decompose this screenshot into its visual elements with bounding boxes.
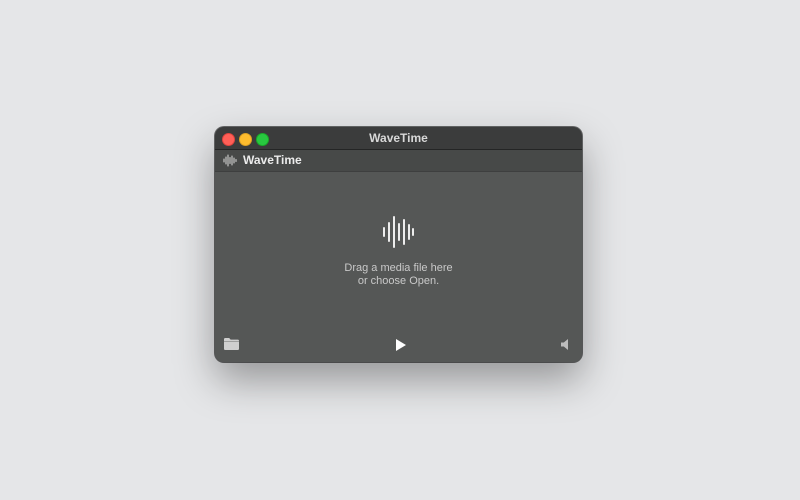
- toolbar: WaveTime: [215, 150, 582, 172]
- waveform-icon: [223, 154, 237, 167]
- open-folder-button[interactable]: [223, 337, 240, 351]
- titlebar[interactable]: WaveTime: [215, 127, 582, 150]
- desktop: WaveTime WaveTime Drag a media file here…: [0, 0, 800, 500]
- window-title: WaveTime: [369, 131, 428, 145]
- waveform-icon: [383, 216, 414, 248]
- app-name: WaveTime: [243, 153, 302, 167]
- playback-controls: [215, 328, 582, 362]
- drop-hint-line2: or choose Open.: [357, 275, 440, 287]
- drop-zone[interactable]: Drag a media file here or choose Open.: [215, 172, 582, 327]
- app-window: WaveTime WaveTime Drag a media file here…: [215, 127, 582, 362]
- play-button[interactable]: [395, 338, 407, 352]
- volume-button[interactable]: [560, 338, 572, 351]
- drop-hint-line1: Drag a media file here: [344, 262, 453, 274]
